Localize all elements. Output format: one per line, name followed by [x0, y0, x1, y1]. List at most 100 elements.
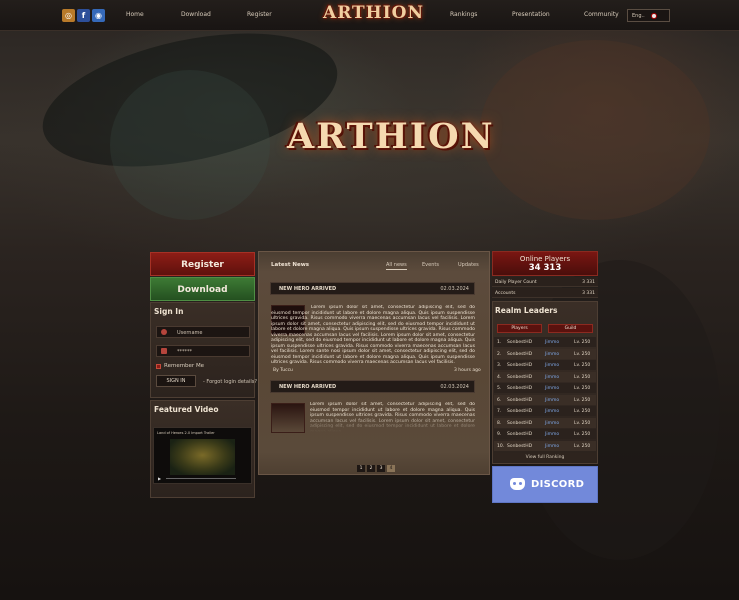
- player-name: SonbestHD: [507, 374, 533, 380]
- username-input[interactable]: Username: [156, 326, 250, 338]
- player-level: Lv. 250: [574, 420, 591, 426]
- ranking-row[interactable]: 10. SonbestHD Jimmo Lv. 250: [494, 440, 596, 451]
- ranking-row[interactable]: 3. SonbestHD Jimmo Lv. 250: [494, 360, 596, 370]
- page-1[interactable]: 1: [357, 465, 365, 472]
- page-3[interactable]: 3: [377, 465, 385, 472]
- ranking-tab-guild[interactable]: Guild: [548, 324, 593, 333]
- tab-events[interactable]: Events: [422, 262, 439, 268]
- player-level: Lv. 250: [574, 386, 591, 391]
- download-button[interactable]: Download: [150, 277, 255, 301]
- guild-name: Jimmo: [545, 386, 560, 391]
- lock-icon: [161, 348, 167, 354]
- ranking-row[interactable]: 9. SonbestHD Jimmo Lv. 250: [494, 429, 596, 439]
- remember-me-checkbox[interactable]: Remember Me: [156, 363, 204, 369]
- guild-name: Jimmo: [545, 409, 560, 414]
- ranking-row[interactable]: 5. SonbestHD Jimmo Lv. 250: [494, 383, 596, 393]
- news-title: Latest News: [271, 262, 310, 268]
- guild-name: Jimmo: [545, 397, 560, 403]
- player-name: SonbestHD: [507, 351, 533, 357]
- rank-number: 2.: [497, 351, 502, 357]
- password-input[interactable]: ******: [156, 345, 250, 357]
- nav-home[interactable]: Home: [126, 11, 144, 18]
- rank-number: 7.: [497, 409, 502, 414]
- player-name: SonbestHD: [507, 409, 533, 414]
- guild-name: Jimmo: [545, 432, 560, 437]
- rank-number: 9.: [497, 432, 502, 437]
- password-value: ******: [177, 349, 192, 355]
- stat-label: Daily Player Count: [495, 280, 537, 285]
- player-level: Lv. 250: [574, 397, 591, 403]
- view-full-ranking-link[interactable]: View full Ranking: [494, 453, 596, 462]
- facebook-icon[interactable]: f: [77, 9, 90, 22]
- player-level: Lv. 250: [574, 432, 591, 437]
- news-item-date: 02.03.2024: [440, 286, 469, 292]
- news-item-header[interactable]: NEW HERO ARRIVED 02.03.2024: [270, 282, 475, 295]
- stat-row: Accounts 3 331: [492, 288, 598, 298]
- ranking-row[interactable]: 4. SonbestHD Jimmo Lv. 250: [494, 371, 596, 382]
- news-item-header[interactable]: NEW HERO ARRIVED 02.03.2024: [270, 380, 475, 393]
- video-progress-bar[interactable]: [166, 478, 236, 479]
- video-player[interactable]: Land of Heroes 2.0 Import Trailer ▶: [153, 427, 252, 484]
- ranking-row[interactable]: 8. SonbestHD Jimmo Lv. 250: [494, 417, 596, 428]
- page-4[interactable]: 4: [387, 465, 395, 472]
- warrior-silhouette-right: [480, 40, 710, 220]
- nav-download[interactable]: Download: [181, 11, 211, 18]
- ranking-tab-players[interactable]: Players: [497, 324, 542, 333]
- online-count: 34 313: [528, 263, 562, 273]
- ranking-row[interactable]: 2. SonbestHD Jimmo Lv. 250: [494, 348, 596, 359]
- stat-label: Accounts: [495, 291, 516, 296]
- page-2[interactable]: 2: [367, 465, 375, 472]
- play-icon[interactable]: ▶: [158, 476, 161, 481]
- top-navigation-bar: ◎ f ◉ Home Download Register ARTHION Ran…: [0, 0, 739, 31]
- rank-number: 3.: [497, 363, 502, 368]
- guild-name: Jimmo: [545, 363, 560, 368]
- stat-value: 3 331: [582, 280, 595, 285]
- rank-number: 5.: [497, 386, 502, 391]
- news-item-body: Lorem ipsum dolor sit amet, consectetur …: [310, 402, 475, 432]
- flag-icon: [651, 13, 657, 19]
- ranking-row[interactable]: 7. SonbestHD Jimmo Lv. 250: [494, 406, 596, 416]
- player-name: SonbestHD: [507, 443, 533, 449]
- tab-updates[interactable]: Updates: [458, 262, 479, 268]
- player-level: Lv. 250: [574, 340, 591, 345]
- language-select[interactable]: Eng..: [627, 9, 670, 22]
- guild-name: Jimmo: [545, 420, 560, 426]
- checkbox-icon: [156, 363, 161, 369]
- news-item-title: NEW HERO ARRIVED: [279, 384, 337, 390]
- player-level: Lv. 250: [574, 443, 591, 449]
- stat-row: Daily Player Count 3 331: [492, 277, 598, 287]
- language-label: Eng..: [632, 13, 645, 19]
- register-button[interactable]: Register: [150, 252, 255, 276]
- ranking-row[interactable]: 6. SonbestHD Jimmo Lv. 250: [494, 394, 596, 405]
- video-caption: Land of Heroes 2.0 Import Trailer: [157, 431, 215, 435]
- page-root: ◎ f ◉ Home Download Register ARTHION Ran…: [0, 0, 739, 600]
- discord-small-icon[interactable]: ◉: [92, 9, 105, 22]
- nav-community[interactable]: Community: [584, 11, 619, 18]
- nav-presentation[interactable]: Presentation: [512, 11, 550, 18]
- player-name: SonbestHD: [507, 397, 533, 403]
- nav-rankings[interactable]: Rankings: [450, 11, 477, 18]
- tab-all-news[interactable]: All news: [386, 262, 407, 270]
- news-thumbnail[interactable]: [271, 403, 305, 433]
- guild-name: Jimmo: [545, 351, 560, 357]
- instagram-icon[interactable]: ◎: [62, 9, 75, 22]
- news-item-time: 3 hours ago: [454, 368, 481, 373]
- nav-logo[interactable]: ARTHION: [323, 3, 423, 25]
- discord-label: DISCORD: [531, 479, 585, 490]
- guild-name: Jimmo: [545, 443, 560, 449]
- featured-video-title: Featured Video: [154, 405, 219, 414]
- signin-button[interactable]: SIGN IN: [156, 375, 196, 387]
- guild-name: Jimmo: [545, 374, 560, 380]
- player-name: SonbestHD: [507, 386, 533, 391]
- discord-banner[interactable]: DISCORD: [492, 466, 598, 503]
- user-icon: [161, 329, 167, 335]
- nav-register[interactable]: Register: [247, 11, 272, 18]
- dragon-head-left: [110, 70, 270, 220]
- news-item-title: NEW HERO ARRIVED: [279, 286, 337, 292]
- ranking-row[interactable]: 1. SonbestHD Jimmo Lv. 250: [494, 337, 596, 347]
- forgot-login-link[interactable]: - Forgot login details?: [203, 379, 257, 385]
- ranking-title: Realm Leaders: [495, 306, 558, 315]
- news-item-date: 02.03.2024: [440, 384, 469, 390]
- rank-number: 4.: [497, 374, 502, 380]
- remember-label: Remember Me: [164, 363, 205, 369]
